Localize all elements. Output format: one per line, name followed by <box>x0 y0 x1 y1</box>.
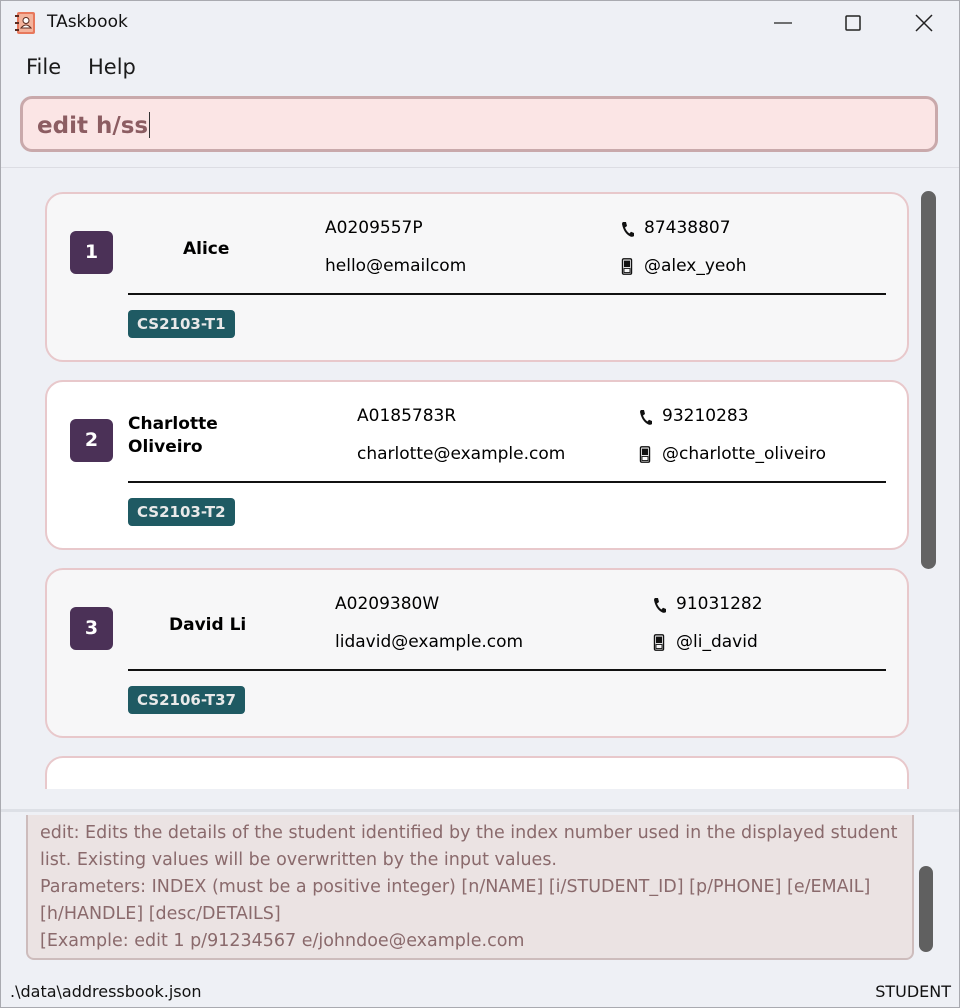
phone-icon <box>622 222 634 237</box>
mobile-icon <box>621 258 633 275</box>
command-text[interactable]: edit h/ss <box>37 112 151 139</box>
window-title: TAskbook <box>47 12 128 32</box>
menu-help[interactable]: Help <box>88 55 136 79</box>
student-handle: @charlotte_oliveiro <box>662 444 827 464</box>
card-divider <box>128 669 886 671</box>
student-index: 1 <box>70 231 113 274</box>
maximize-icon <box>845 15 861 31</box>
student-email: lidavid@example.com <box>335 632 524 652</box>
student-name: Charlotte Oliveiro <box>128 414 218 457</box>
student-phone: 91031282 <box>676 594 763 614</box>
student-email: hello@emailcom <box>325 256 467 276</box>
text-caret <box>149 112 151 138</box>
result-scrollbar[interactable] <box>919 866 933 952</box>
student-name: Alice <box>183 239 230 259</box>
list-scrollbar[interactable] <box>921 191 936 569</box>
result-display[interactable]: edit: Edits the details of the student i… <box>26 815 914 960</box>
address-book-icon <box>15 12 35 34</box>
card-divider <box>128 481 886 483</box>
student-list[interactable]: 1 Alice A0209557P hello@emailcom 8743880… <box>1 169 959 789</box>
student-handle: @li_david <box>676 632 758 652</box>
close-icon <box>915 14 933 32</box>
student-phone: 87438807 <box>644 218 731 238</box>
student-email: charlotte@example.com <box>357 444 566 464</box>
student-name: David Li <box>169 615 247 635</box>
student-card[interactable]: 2 Charlotte Oliveiro A0185783R charlotte… <box>45 380 909 550</box>
student-id: A0209380W <box>335 594 440 614</box>
close-button[interactable] <box>889 1 959 45</box>
student-phone: 93210283 <box>662 406 749 426</box>
student-id: A0209557P <box>325 218 423 238</box>
student-id: A0185783R <box>357 406 457 426</box>
tutorial-tag: CS2103-T1 <box>128 310 235 338</box>
student-card[interactable] <box>45 756 909 789</box>
tutorial-tag: CS2103-T2 <box>128 498 235 526</box>
app-window: TAskbook File Help edit h/ss 1 Alice A02… <box>0 0 960 1008</box>
student-card[interactable]: 1 Alice A0209557P hello@emailcom 8743880… <box>45 192 909 362</box>
phone-icon <box>640 410 652 425</box>
menu-file[interactable]: File <box>26 55 61 79</box>
tutorial-tag: CS2106-T37 <box>128 686 245 714</box>
student-card[interactable]: 3 David Li A0209380W lidavid@example.com… <box>45 568 909 738</box>
student-handle: @alex_yeoh <box>644 256 747 276</box>
status-file-path: .\data\addressbook.json <box>10 982 202 1001</box>
minimize-icon <box>774 22 792 24</box>
status-mode: STUDENT <box>875 982 951 1001</box>
divider <box>1 167 959 168</box>
mobile-icon <box>653 634 665 651</box>
title-bar[interactable]: TAskbook <box>1 1 959 45</box>
maximize-button[interactable] <box>818 1 888 45</box>
mobile-icon <box>639 446 651 463</box>
card-divider <box>128 293 886 295</box>
student-index: 3 <box>70 607 113 650</box>
divider <box>1 809 959 812</box>
menu-bar: File Help <box>1 47 959 87</box>
phone-icon <box>654 598 666 613</box>
command-input[interactable]: edit h/ss <box>20 96 938 152</box>
minimize-button[interactable] <box>748 1 818 45</box>
result-text: edit: Edits the details of the student i… <box>40 823 898 951</box>
student-index: 2 <box>70 419 113 462</box>
